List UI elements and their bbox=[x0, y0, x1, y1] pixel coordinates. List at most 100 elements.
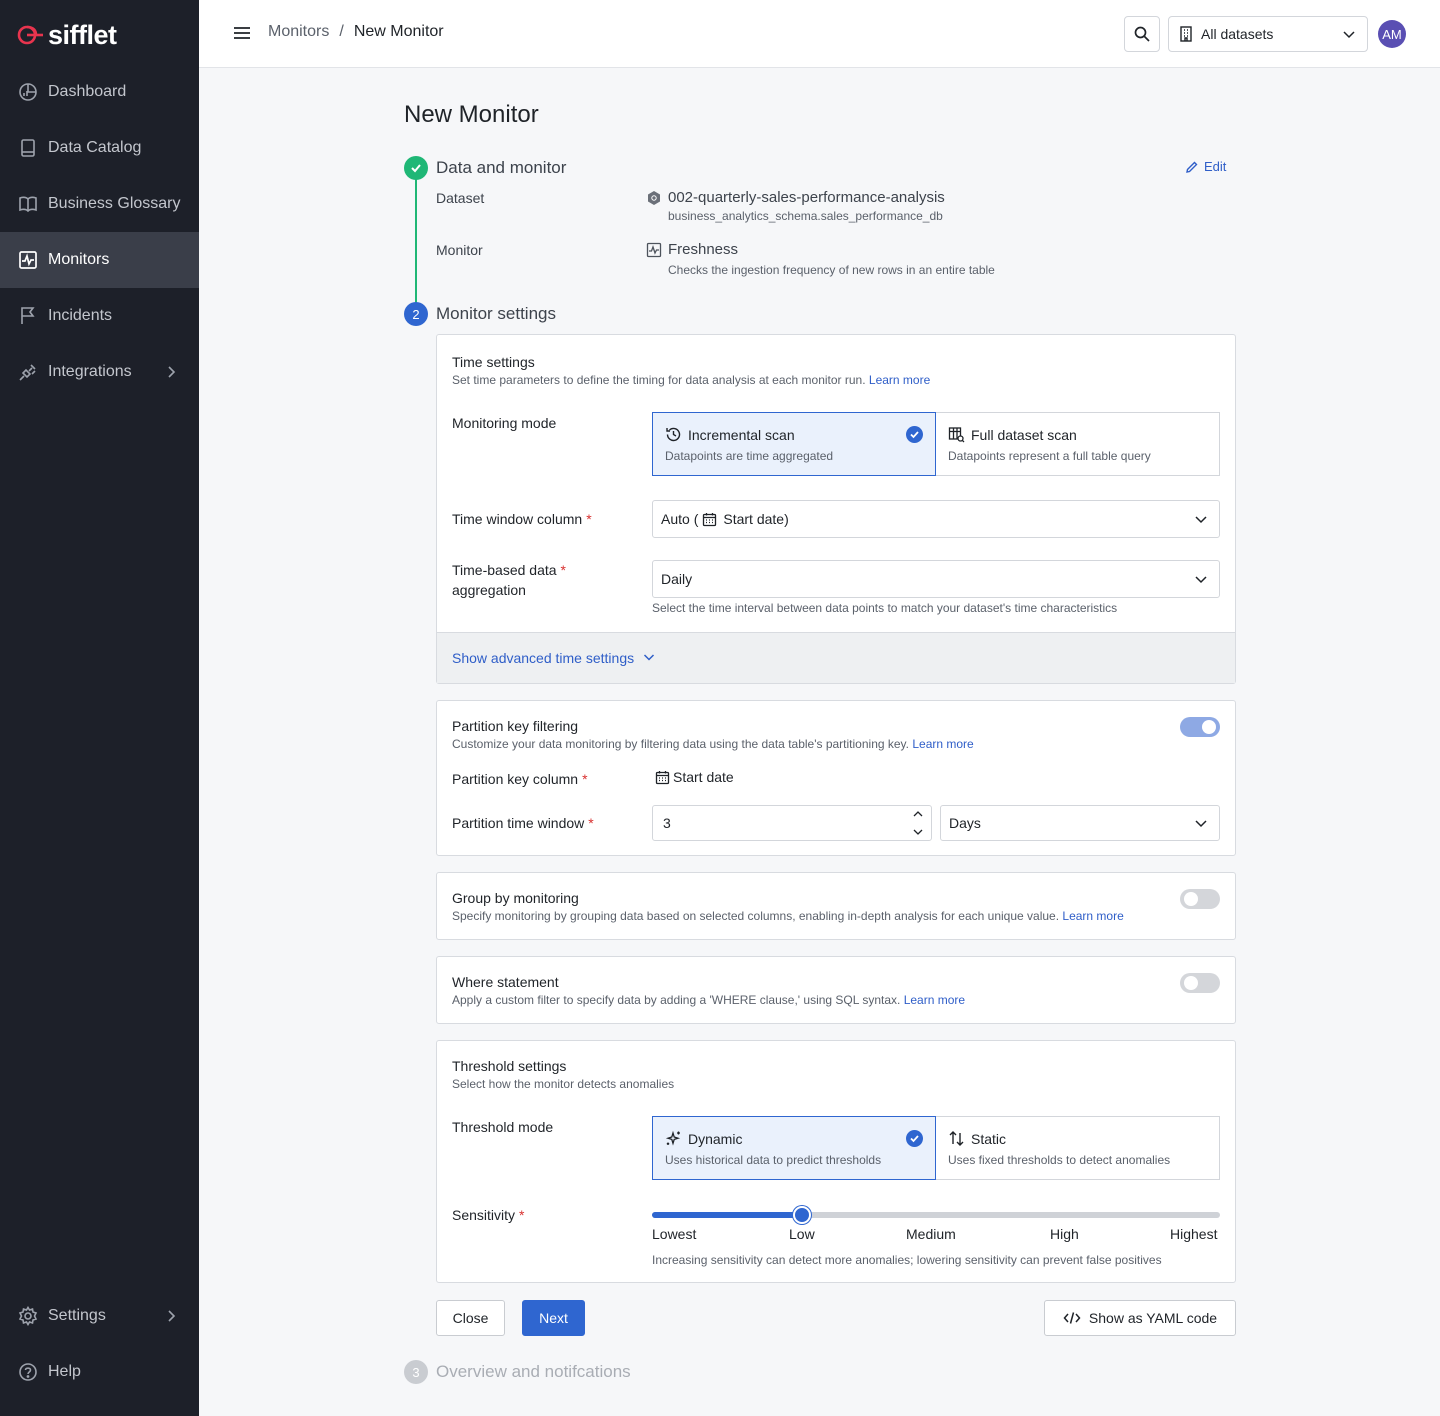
partition-time-unit-select[interactable]: Days bbox=[940, 805, 1220, 841]
sidebar-item-monitors[interactable]: Monitors bbox=[0, 232, 199, 288]
arrows-up-down-icon bbox=[949, 1131, 964, 1146]
step-connector bbox=[415, 178, 417, 303]
sensitivity-level-high: High bbox=[1050, 1226, 1079, 1242]
sensitivity-slider-thumb[interactable] bbox=[793, 1206, 811, 1224]
partition-time-window-input[interactable]: 3 bbox=[652, 805, 932, 841]
learn-more-link[interactable]: Learn more bbox=[869, 373, 930, 387]
learn-more-link[interactable]: Learn more bbox=[1062, 909, 1123, 923]
option-incremental-scan[interactable]: Incremental scan Datapoints are time agg… bbox=[652, 412, 936, 476]
plug-icon bbox=[18, 362, 38, 382]
monitoring-mode-label: Monitoring mode bbox=[452, 415, 557, 431]
chevron-down-icon bbox=[1193, 571, 1209, 590]
chevron-up-icon[interactable] bbox=[911, 808, 925, 820]
avatar[interactable]: AM bbox=[1378, 20, 1406, 48]
brand-name: sifflet bbox=[48, 19, 117, 50]
option-dynamic[interactable]: Dynamic Uses historical data to predict … bbox=[652, 1116, 936, 1180]
calendar-icon bbox=[703, 512, 717, 526]
partition-toggle[interactable] bbox=[1180, 717, 1220, 737]
partition-key-column-label: Partition key column * bbox=[452, 771, 588, 787]
catalog-icon bbox=[18, 138, 38, 158]
sidebar-item-settings[interactable]: Settings bbox=[0, 1288, 199, 1344]
sensitivity-label: Sensitivity * bbox=[452, 1207, 525, 1223]
step-3-badge: 3 bbox=[404, 1360, 428, 1384]
search-button[interactable] bbox=[1124, 16, 1160, 52]
sidebar-item-data-catalog[interactable]: Data Catalog bbox=[0, 120, 199, 176]
learn-more-link[interactable]: Learn more bbox=[904, 993, 965, 1007]
step-3-title: Overview and notifcations bbox=[436, 1362, 631, 1381]
threshold-settings-card: Threshold settings Select how the monito… bbox=[436, 1040, 1236, 1283]
sensitivity-slider[interactable] bbox=[652, 1206, 1220, 1224]
breadcrumb-monitors[interactable]: Monitors bbox=[268, 23, 329, 41]
sifflet-logo[interactable]: sifflet bbox=[16, 20, 117, 50]
step-1-title: Data and monitor bbox=[436, 158, 567, 177]
partition-key-column-value: Start date bbox=[655, 769, 734, 785]
dataset-filter-label: All datasets bbox=[1201, 26, 1274, 42]
show-yaml-button[interactable]: Show as YAML code bbox=[1044, 1300, 1236, 1336]
where-toggle[interactable] bbox=[1180, 973, 1220, 993]
code-icon bbox=[1063, 1312, 1081, 1324]
sidebar-item-label: Help bbox=[48, 1363, 81, 1380]
where-description: Apply a custom filter to specify data by… bbox=[452, 993, 966, 1007]
dataset-filter-select[interactable]: All datasets bbox=[1168, 16, 1368, 52]
chevron-right-icon bbox=[161, 362, 181, 382]
partition-key-card: Partition key filtering Customize your d… bbox=[436, 700, 1236, 856]
breadcrumb-current: New Monitor bbox=[353, 23, 444, 40]
top-bar: Monitors / New Monitor All datasets AM bbox=[199, 0, 1440, 68]
sensitivity-level-lowest: Lowest bbox=[652, 1226, 697, 1242]
sidebar: sifflet Dashboard Data Catalog Business … bbox=[0, 0, 199, 1416]
sidebar-item-label: Settings bbox=[48, 1307, 106, 1324]
step-2-title: Monitor settings bbox=[436, 304, 556, 323]
option-full-dataset-scan[interactable]: Full dataset scan Datapoints represent a… bbox=[936, 412, 1220, 476]
close-button[interactable]: Close bbox=[436, 1300, 505, 1336]
number-stepper[interactable] bbox=[911, 808, 925, 838]
time-settings-description: Set time parameters to define the timing… bbox=[452, 373, 931, 387]
partition-title: Partition key filtering bbox=[452, 718, 579, 734]
building-icon bbox=[1180, 26, 1192, 42]
threshold-mode-label: Threshold mode bbox=[452, 1119, 554, 1135]
sidebar-item-incidents[interactable]: Incidents bbox=[0, 288, 199, 344]
menu-icon[interactable] bbox=[231, 22, 253, 44]
sidebar-item-label: Business Glossary bbox=[48, 195, 181, 212]
group-by-toggle[interactable] bbox=[1180, 889, 1220, 909]
sifflet-logo-icon bbox=[17, 25, 43, 45]
edit-step-link[interactable]: Edit bbox=[1185, 159, 1226, 174]
monitor-label: Monitor bbox=[436, 242, 483, 258]
step-2-badge: 2 bbox=[404, 302, 428, 326]
threshold-title: Threshold settings bbox=[452, 1058, 567, 1074]
chevron-down-icon[interactable] bbox=[911, 826, 925, 838]
time-settings-title: Time settings bbox=[452, 354, 535, 370]
chevron-down-icon bbox=[1341, 26, 1357, 45]
gear-icon bbox=[18, 1306, 38, 1326]
time-window-column-select[interactable]: Auto ( Start date) bbox=[652, 500, 1220, 538]
sensitivity-level-highest: Highest bbox=[1170, 1226, 1218, 1242]
sidebar-item-integrations[interactable]: Integrations bbox=[0, 344, 199, 400]
breadcrumb: Monitors / New Monitor bbox=[268, 23, 444, 41]
sidebar-item-label: Monitors bbox=[48, 251, 110, 268]
option-static[interactable]: Static Uses fixed thresholds to detect a… bbox=[936, 1116, 1220, 1180]
partition-description: Customize your data monitoring by filter… bbox=[452, 737, 974, 751]
group-by-title: Group by monitoring bbox=[452, 890, 579, 906]
table-search-icon bbox=[948, 427, 965, 443]
help-icon bbox=[18, 1362, 38, 1382]
sidebar-item-label: Integrations bbox=[48, 363, 132, 380]
chevron-down-icon bbox=[1193, 815, 1209, 834]
monitor-icon bbox=[18, 250, 38, 270]
sidebar-item-label: Data Catalog bbox=[48, 139, 142, 156]
breadcrumb-separator: / bbox=[339, 23, 344, 40]
sidebar-item-label: Dashboard bbox=[48, 83, 127, 100]
chevron-right-icon bbox=[161, 1306, 181, 1326]
next-button[interactable]: Next bbox=[522, 1300, 585, 1336]
page-title: New Monitor bbox=[404, 101, 539, 128]
learn-more-link[interactable]: Learn more bbox=[912, 737, 973, 751]
show-advanced-time-settings[interactable]: Show advanced time settings bbox=[437, 632, 1235, 683]
sensitivity-level-medium: Medium bbox=[906, 1226, 956, 1242]
sensitivity-help-text: Increasing sensitivity can detect more a… bbox=[652, 1253, 1162, 1267]
search-icon bbox=[1134, 26, 1150, 42]
sidebar-item-business-glossary[interactable]: Business Glossary bbox=[0, 176, 199, 232]
group-by-card: Group by monitoring Specify monitoring b… bbox=[436, 872, 1236, 940]
edit-label: Edit bbox=[1204, 159, 1227, 174]
sidebar-item-dashboard[interactable]: Dashboard bbox=[0, 64, 199, 120]
time-aggregation-select[interactable]: Daily bbox=[652, 560, 1220, 598]
dataset-label: Dataset bbox=[436, 190, 485, 206]
sidebar-item-help[interactable]: Help bbox=[0, 1344, 199, 1400]
